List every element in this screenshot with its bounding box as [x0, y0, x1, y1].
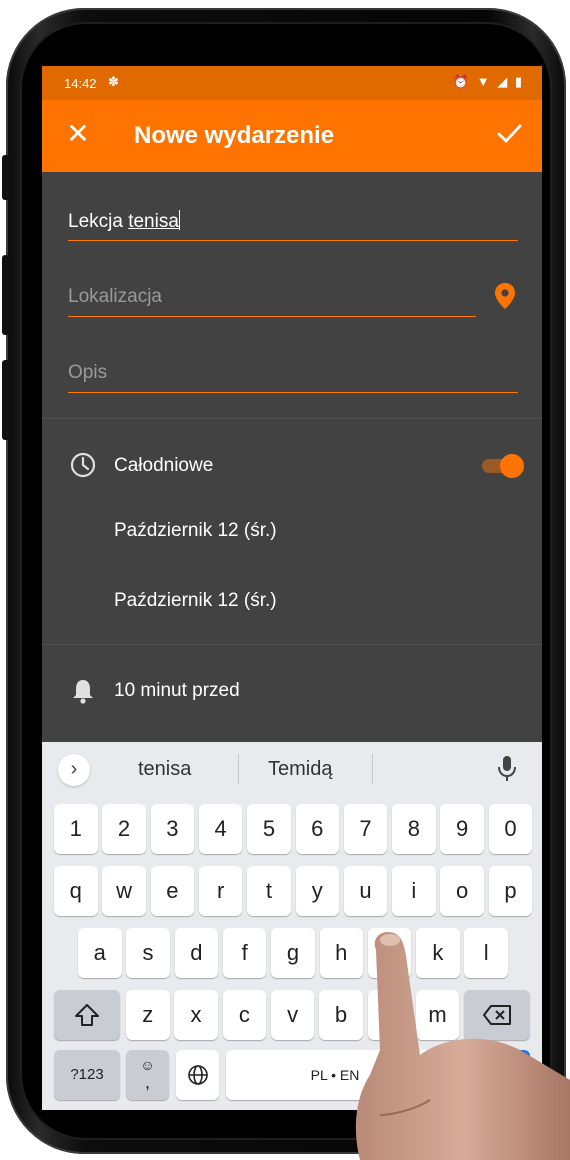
suggestion-strip: › tenisa Temidą: [42, 742, 542, 798]
toggle-thumb: [500, 454, 524, 478]
key-c[interactable]: c: [222, 990, 267, 1040]
key-z[interactable]: z: [126, 990, 170, 1040]
comma-label: ,: [144, 1072, 150, 1092]
key-6[interactable]: 6: [295, 804, 339, 854]
expand-suggestions-button[interactable]: ›: [58, 754, 90, 786]
symbols-key[interactable]: ?123: [54, 1050, 120, 1100]
key-9[interactable]: 9: [440, 804, 484, 854]
signal-icon: ◢: [497, 74, 510, 89]
alarm-icon: ⏰: [452, 74, 472, 89]
page-title: Nowe wydarzenie: [134, 122, 335, 149]
emoji-comma-key[interactable]: ☺,: [126, 1050, 169, 1100]
key-2[interactable]: 2: [102, 804, 146, 854]
key-0[interactable]: 0: [488, 804, 533, 854]
phone-volume-down-button: [2, 360, 10, 440]
battery-icon: ▮: [514, 74, 524, 89]
bell-icon: [73, 680, 93, 704]
save-check-icon[interactable]: [494, 118, 524, 148]
language-key[interactable]: [176, 1050, 219, 1100]
key-4[interactable]: 4: [198, 804, 243, 854]
status-icons: ⏰ ▼ ◢ ▮: [453, 74, 524, 90]
key-7[interactable]: 7: [343, 804, 388, 854]
all-day-label: Całodniowe: [114, 455, 214, 476]
suggestion-divider: [372, 754, 373, 784]
app-toolbar: ✕ Nowe wydarzenie: [42, 100, 542, 172]
suggestion-divider: [238, 754, 239, 784]
key-v[interactable]: v: [270, 990, 315, 1040]
wifi-icon: ▼: [476, 74, 492, 89]
reminder-label[interactable]: 10 minut przed: [114, 680, 240, 702]
suggestion-item[interactable]: Temidą: [268, 758, 332, 781]
close-button[interactable]: ✕: [64, 120, 92, 148]
key-x[interactable]: x: [174, 990, 218, 1040]
key-w[interactable]: w: [102, 866, 146, 916]
all-day-toggle[interactable]: [482, 454, 524, 478]
key-t[interactable]: t: [247, 866, 291, 916]
key-g[interactable]: g: [271, 928, 315, 978]
key-3[interactable]: 3: [150, 804, 195, 854]
status-bar: 14:42 ✽ ⏰ ▼ ◢ ▮: [42, 66, 542, 100]
shift-key[interactable]: [54, 990, 120, 1040]
end-date[interactable]: Październik 12 (śr.): [114, 590, 277, 612]
shift-icon: [75, 1004, 99, 1026]
pointing-finger: [355, 932, 570, 1160]
title-text-word1: Lekcja: [68, 211, 129, 232]
description-input[interactable]: Opis: [68, 362, 518, 393]
key-d[interactable]: d: [174, 928, 219, 978]
clock-icon: [70, 452, 96, 478]
phone-volume-up-button: [2, 255, 10, 335]
section-divider: [42, 418, 542, 419]
key-8[interactable]: 8: [392, 804, 436, 854]
section-divider: [42, 644, 542, 645]
key-a[interactable]: a: [78, 928, 122, 978]
start-date[interactable]: Październik 12 (śr.): [114, 520, 277, 542]
title-text-word2: tenisa: [128, 211, 179, 232]
phone-side-button: [2, 155, 10, 200]
key-r[interactable]: r: [198, 866, 243, 916]
status-time: 14:42: [64, 76, 97, 91]
microphone-icon[interactable]: [496, 754, 518, 784]
key-1[interactable]: 1: [54, 804, 98, 854]
suggestion-item[interactable]: tenisa: [138, 758, 191, 781]
teams-icon: ✽: [108, 74, 119, 89]
location-pin-icon[interactable]: [494, 282, 516, 310]
globe-icon: [187, 1065, 208, 1085]
key-q[interactable]: q: [54, 866, 98, 916]
key-f[interactable]: f: [222, 928, 267, 978]
key-s[interactable]: s: [126, 928, 170, 978]
event-title-input[interactable]: Lekcja tenisa: [68, 210, 518, 241]
text-cursor: [178, 210, 180, 230]
key-e[interactable]: e: [150, 866, 195, 916]
key-5[interactable]: 5: [247, 804, 291, 854]
location-input[interactable]: Lokalizacja: [68, 286, 476, 317]
